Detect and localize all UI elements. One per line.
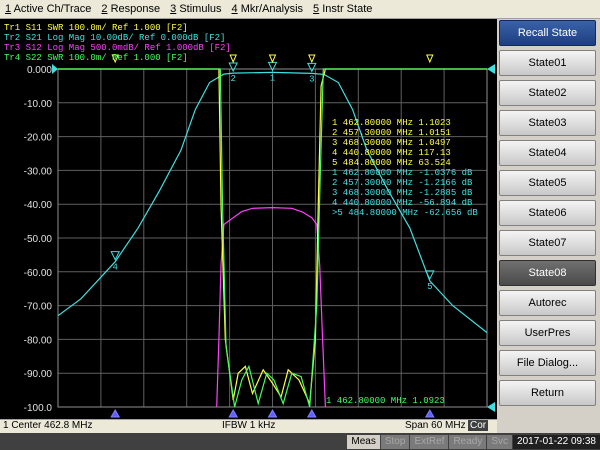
- marker-1-s11: [268, 54, 277, 64]
- marker-3-s21: [307, 62, 317, 73]
- y-tick-label: -100.0: [24, 403, 53, 414]
- softkey-recall-state[interactable]: Recall State: [499, 20, 596, 46]
- marker-4-label: 4: [112, 263, 117, 273]
- softkey-state06[interactable]: State06: [499, 200, 596, 226]
- stop-indicator: Stop: [380, 434, 410, 449]
- stimulus-marker-1: [267, 408, 278, 418]
- span-label: Span 60 MHz: [405, 420, 466, 431]
- y-tick-label: -10.00: [24, 99, 53, 110]
- stimulus-marker-3: [306, 408, 317, 418]
- softkey-state07[interactable]: State07: [499, 230, 596, 256]
- stimulus-marker-5: [424, 408, 435, 418]
- marker-readout: 2 457.30000 MHz -1.2166 dB: [332, 178, 473, 188]
- marker-readout: >5 484.80000 MHz -62.656 dB: [332, 208, 478, 218]
- center-frequency: 1 Center 462.8 MHz: [3, 420, 93, 431]
- marker-readout: 3 468.30000 MHz 1.0497: [332, 138, 451, 148]
- marker-readout: 4 440.80000 MHz -56.894 dB: [332, 198, 473, 208]
- menu-label: Active Ch/Trace: [11, 3, 92, 15]
- marker-2-s21: [228, 62, 238, 73]
- softkey-userpres[interactable]: UserPres: [499, 320, 596, 346]
- trace-header-2: Tr2 S21 Log Mag 10.00dB/ Ref 0.000dB [F2…: [4, 33, 225, 43]
- y-tick-label: -30.00: [24, 166, 53, 177]
- softkey-state04[interactable]: State04: [499, 140, 596, 166]
- softkey-file-dialog[interactable]: File Dialog...: [499, 350, 596, 376]
- channel-status-bar: 1 Center 462.8 MHz IFBW 1 kHz Span 60 MH…: [0, 419, 497, 433]
- ref-arrow-right: [487, 64, 495, 74]
- y-tick-label: -70.00: [24, 302, 53, 313]
- marker-1-label: 1: [270, 73, 275, 83]
- marker-2-label: 2: [230, 74, 235, 84]
- menu-bar: 1 Active Ch/Trace 2 Response 3 Stimulus 4 M…: [0, 0, 600, 19]
- menu-item-2[interactable]: 2 Response: [96, 3, 165, 15]
- extref-indicator: ExtRef: [410, 434, 449, 449]
- marker-2-s11: [229, 54, 237, 64]
- menu-item-3[interactable]: 3 Stimulus: [165, 3, 226, 15]
- cor-badge: Cor: [468, 420, 489, 431]
- chart-svg: 0.000 -10.00 -20.00 -30.00 -40.00 -50.00 -60.0…: [4, 23, 495, 418]
- softkey-state08[interactable]: State08: [499, 260, 596, 286]
- marker-readout: 4 440.80000 MHz 117.13: [332, 148, 451, 158]
- datetime: 2017-01-22 09:38: [513, 434, 600, 449]
- marker-readout: 2 457.30000 MHz 1.0151: [332, 128, 451, 138]
- softkey-state01[interactable]: State01: [499, 50, 596, 76]
- menu-item-4[interactable]: 4 Mkr/Analysis: [227, 3, 309, 15]
- y-tick-label: -60.00: [24, 268, 53, 279]
- menu-label: Instr State: [319, 3, 373, 15]
- y-tick-label: -50.00: [24, 234, 53, 245]
- menu-item-1[interactable]: 1 Active Ch/Trace: [0, 3, 96, 15]
- y-tick-label: -80.00: [24, 335, 53, 346]
- y-tick-label: -90.00: [24, 369, 53, 380]
- ifbw-label: IFBW 1 kHz: [222, 420, 276, 431]
- y-tick-label: 0.000: [27, 65, 52, 76]
- softkey-return[interactable]: Return: [499, 380, 596, 406]
- ref-arrow-left: [52, 64, 58, 74]
- y-tick-label: -20.00: [24, 133, 53, 144]
- trace-header-4: Tr4 S22 SWR 100.0m/ Ref 1.000 [F2]: [4, 53, 188, 63]
- marker-readout: 3 468.30000 MHz -1.2885 dB: [332, 188, 473, 198]
- trace-header-3: Tr3 S12 Log Mag 500.0mdB/ Ref 1.000dB [F…: [4, 43, 231, 53]
- marker-5-s11: [426, 54, 434, 64]
- menu-label: Stimulus: [176, 3, 222, 15]
- marker-readout-bottom: 1 462.80000 MHz 1.0923: [326, 396, 445, 406]
- marker-3-label: 3: [309, 74, 314, 84]
- ref-arrow-right: [487, 402, 495, 412]
- ready-indicator: Ready: [449, 434, 487, 449]
- measurement-display: 0.000 -10.00 -20.00 -30.00 -40.00 -50.00 -60.0…: [0, 19, 497, 419]
- marker-5-label: 5: [427, 282, 432, 292]
- marker-readout: 1 462.80000 MHz 1.1023: [332, 118, 451, 128]
- meas-indicator: Meas: [347, 434, 380, 449]
- instrument-status-bar: Meas Stop ExtRef Ready Svc 2017-01-22 09…: [0, 433, 600, 450]
- menu-item-5[interactable]: 5 Instr State: [308, 3, 377, 15]
- softkey-state05[interactable]: State05: [499, 170, 596, 196]
- softkey-autorec[interactable]: Autorec: [499, 290, 596, 316]
- softkey-state02[interactable]: State02: [499, 80, 596, 106]
- stimulus-marker-2: [228, 408, 239, 418]
- marker-readout: 1 462.80000 MHz -1.0376 dB: [332, 168, 473, 178]
- svc-indicator: Svc: [487, 434, 513, 449]
- trace-header-1: Tr1 S11 SWR 100.0m/ Ref 1.000 [F2]: [4, 23, 188, 33]
- menu-label: Response: [107, 3, 161, 15]
- softkey-state03[interactable]: State03: [499, 110, 596, 136]
- stimulus-marker-4: [110, 408, 121, 418]
- menu-label: Mkr/Analysis: [237, 3, 304, 15]
- marker-readout: 5 484.80000 MHz 63.524: [332, 158, 451, 168]
- marker-3-s11: [308, 54, 316, 64]
- softkey-panel: Recall State State01 State02 State03 State04…: [497, 19, 600, 431]
- y-tick-label: -40.00: [24, 200, 53, 211]
